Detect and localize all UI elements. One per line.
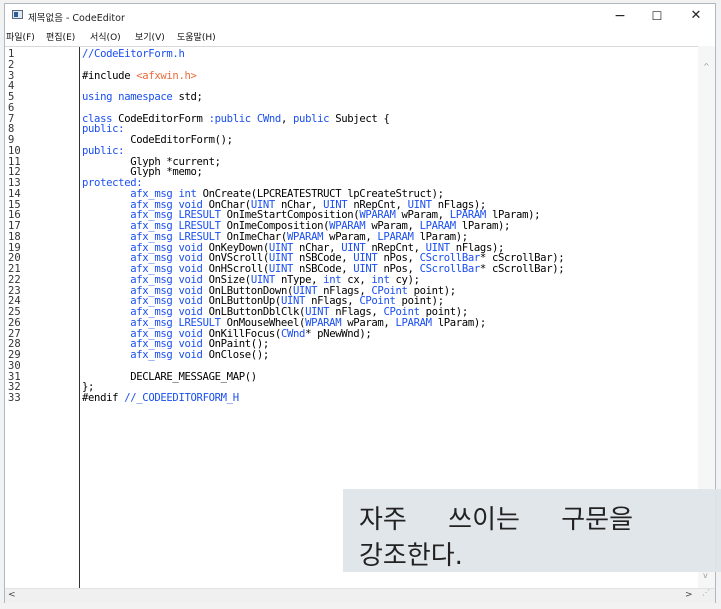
title-bar[interactable]: 제목없음 - CodeEditor − ☐ ✕ xyxy=(5,4,715,28)
window-title: 제목없음 - CodeEditor xyxy=(28,13,125,24)
maximize-button[interactable]: ☐ xyxy=(638,4,676,28)
close-button[interactable]: ✕ xyxy=(677,4,715,28)
code-text: #endif //_CODEEDITORFORM_H xyxy=(82,392,239,404)
line-number: 33 xyxy=(8,392,21,404)
menu-format[interactable]: 서식(O) xyxy=(90,30,121,43)
annotation-line-2: 강조한다. xyxy=(359,541,463,571)
menu-file[interactable]: 파일(F) xyxy=(6,30,35,43)
app-icon xyxy=(12,10,23,19)
resize-grip-icon[interactable]: ⋰ xyxy=(702,588,710,597)
scroll-left-arrow-icon[interactable]: < xyxy=(8,590,16,600)
minimize-button[interactable]: − xyxy=(601,4,639,28)
menu-bar: 파일(F) 편집(E) 서식(O) 보기(V) 도움말(H) xyxy=(5,28,715,46)
horizontal-scrollbar[interactable]: < > xyxy=(5,588,715,603)
scroll-right-arrow-icon[interactable]: > xyxy=(685,590,693,600)
code-line: 33 #endif //_CODEEDITORFORM_H xyxy=(5,392,697,405)
menu-view[interactable]: 보기(V) xyxy=(135,30,165,43)
menu-help[interactable]: 도움말(H) xyxy=(177,30,216,43)
scroll-down-arrow-icon[interactable]: v xyxy=(703,571,708,580)
annotation-callout: 자주 쓰이는 구문을 강조한다. xyxy=(343,489,721,572)
menu-edit[interactable]: 편집(E) xyxy=(46,30,75,43)
scroll-up-arrow-icon[interactable]: ^ xyxy=(703,62,710,71)
annotation-line-1: 자주 쓰이는 구문을 xyxy=(359,505,634,535)
